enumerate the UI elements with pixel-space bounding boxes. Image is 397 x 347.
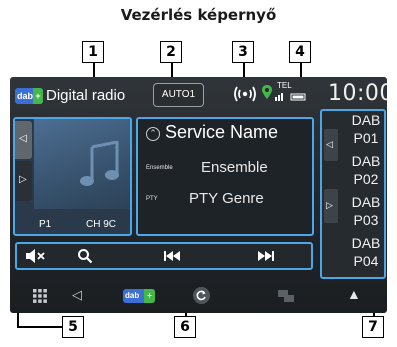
radio-screen: dab + Digital radio AUTO1 TEL 10:00 ◁ ▷ … <box>10 77 387 313</box>
control-bar <box>15 242 313 270</box>
preset-label: P02 <box>353 171 379 187</box>
album-artwork <box>34 119 130 209</box>
callout-6: 6 <box>174 316 196 338</box>
preset-label: P03 <box>353 212 379 228</box>
callout-5: 5 <box>62 316 84 338</box>
preset-list-prev[interactable]: ◁ <box>324 129 338 161</box>
tel-label: TEL <box>277 81 292 90</box>
left-arrow-icon: ◁ <box>19 133 27 144</box>
dab-source-logo[interactable]: dab + <box>15 88 43 104</box>
prev-tab[interactable]: ◁ <box>15 121 32 159</box>
clock: 10:00 <box>328 81 387 106</box>
prev-button[interactable] <box>163 248 183 266</box>
preset-item[interactable]: DAB P03 <box>346 193 386 229</box>
recent-source-button[interactable] <box>193 287 210 304</box>
right-arrow-icon: ▷ <box>326 200 333 210</box>
screen-mirror-icon[interactable] <box>278 290 294 302</box>
preset-label: P01 <box>353 130 379 146</box>
callout-3: 3 <box>232 41 254 63</box>
menu-grid-icon[interactable] <box>33 289 47 303</box>
left-arrow-icon: ◁ <box>326 139 333 149</box>
app-title: Digital radio <box>46 87 126 104</box>
right-arrow-icon: ▷ <box>19 174 27 185</box>
search-icon <box>78 249 93 264</box>
preset-band: DAB <box>351 112 381 128</box>
callout-1: 1 <box>82 41 104 63</box>
preset-list-next[interactable]: ▷ <box>324 189 338 223</box>
preset-band: DAB <box>351 153 381 169</box>
skip-forward-icon <box>258 251 274 261</box>
skip-back-icon <box>164 251 180 261</box>
eject-icon[interactable]: ▲ <box>347 286 361 302</box>
preset-list: ◁ ▷ DAB P01 DAB P02 DAB P03 DAB P04 <box>320 109 386 279</box>
preset-item[interactable]: DAB P04 <box>346 234 386 270</box>
preset-mode-button[interactable]: AUTO1 <box>153 83 204 107</box>
callout-2: 2 <box>160 41 182 63</box>
search-button[interactable] <box>77 248 93 266</box>
preset-band: DAB <box>351 194 381 210</box>
dab-logo-text: dab <box>17 91 34 101</box>
page-caption: Vezérlés képernyő <box>120 6 277 24</box>
music-note-icon <box>80 141 119 186</box>
bottom-bar: ◁ dab + ▲ <box>10 277 387 313</box>
service-name: Service Name <box>165 122 279 142</box>
pty-label: PTY <box>146 196 158 202</box>
back-icon[interactable]: ◁ <box>72 287 82 303</box>
service-list-icon[interactable]: ⌃ <box>146 127 160 141</box>
dab-signal-icon <box>234 86 256 102</box>
mute-button[interactable] <box>25 248 47 266</box>
preset-item[interactable]: DAB P02 <box>346 152 386 188</box>
artwork-panel: ◁ ▷ P1 CH 9C <box>13 117 132 236</box>
mute-icon <box>26 249 45 263</box>
preset-item[interactable]: DAB P01 <box>346 111 386 147</box>
ensemble-value: Ensemble <box>201 159 268 176</box>
pty-value: PTY Genre <box>189 190 264 207</box>
preset-label: P04 <box>353 253 379 269</box>
gps-icon <box>262 85 272 99</box>
phone-signal-icon <box>275 93 306 101</box>
next-tab[interactable]: ▷ <box>15 161 32 201</box>
info-panel: ⌃ Service Name Ensemble Ensemble PTY PTY… <box>136 117 314 236</box>
dab-logo-plus: + <box>33 88 43 104</box>
callout-7: 7 <box>362 316 384 338</box>
channel-label: CH 9C <box>86 219 117 230</box>
callout-line-5h <box>17 326 62 328</box>
dab-logo-text: dab <box>125 291 140 300</box>
dab-source-button[interactable]: dab + <box>123 289 155 303</box>
preset-band: DAB <box>351 235 381 251</box>
ensemble-label: Ensemble <box>146 165 173 171</box>
next-button[interactable] <box>255 248 275 266</box>
dab-logo-plus: + <box>144 289 155 303</box>
preset-number: P1 <box>39 219 52 230</box>
replay-icon <box>196 290 206 301</box>
callout-4: 4 <box>289 41 311 63</box>
